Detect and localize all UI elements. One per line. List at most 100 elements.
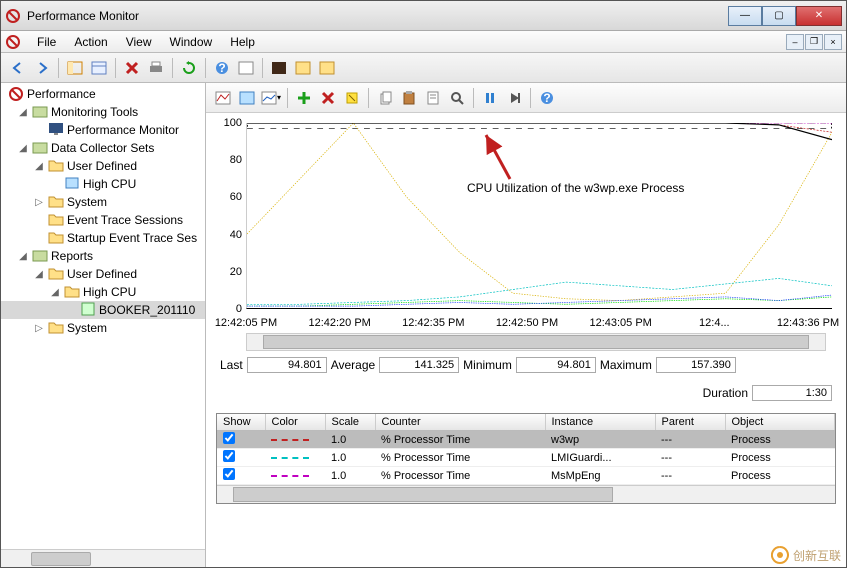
show-hide-tree-button[interactable] bbox=[64, 57, 86, 79]
tree-node-report-selected[interactable]: BOOKER_201110 bbox=[1, 301, 205, 319]
show-checkbox[interactable] bbox=[223, 450, 235, 462]
tree-node-dcs[interactable]: ◢Data Collector Sets bbox=[1, 139, 205, 157]
menu-window[interactable]: Window bbox=[162, 33, 221, 51]
tool-icon-3[interactable] bbox=[292, 57, 314, 79]
mdi-minimize[interactable]: – bbox=[786, 34, 804, 50]
color-swatch bbox=[271, 457, 309, 459]
chart-scrollbar[interactable] bbox=[246, 333, 826, 351]
tree-node-monitoring[interactable]: ◢Monitoring Tools bbox=[1, 103, 205, 121]
col-scale[interactable]: Scale bbox=[325, 414, 375, 431]
min-label: Minimum bbox=[463, 358, 512, 372]
tool-icon-4[interactable] bbox=[316, 57, 338, 79]
tree-label: Performance Monitor bbox=[67, 123, 179, 137]
app-icon bbox=[5, 8, 21, 24]
tree-label: Reports bbox=[51, 249, 93, 263]
y-tick: 100 bbox=[212, 117, 242, 129]
close-button[interactable]: ✕ bbox=[796, 6, 842, 26]
tree-node-highcpu2[interactable]: ◢High CPU bbox=[1, 283, 205, 301]
col-parent[interactable]: Parent bbox=[655, 414, 725, 431]
cell-parent: --- bbox=[655, 467, 725, 485]
x-tick: 12:42:05 PM bbox=[215, 317, 277, 329]
tree-node-userdef1[interactable]: ◢User Defined bbox=[1, 157, 205, 175]
minimize-button[interactable]: — bbox=[728, 6, 762, 26]
view-report-button[interactable]: ▾ bbox=[260, 87, 282, 109]
avg-value: 141.325 bbox=[379, 357, 459, 373]
tree-node-highcpu1[interactable]: High CPU bbox=[1, 175, 205, 193]
watermark-text: 创新互联 bbox=[793, 547, 841, 564]
maximize-button[interactable]: ▢ bbox=[762, 6, 796, 26]
cell-counter: % Processor Time bbox=[375, 431, 545, 449]
menu-file[interactable]: File bbox=[29, 33, 64, 51]
view-graph-button[interactable] bbox=[212, 87, 234, 109]
mdi-restore[interactable]: ❐ bbox=[805, 34, 823, 50]
table-row[interactable]: 1.0 % Processor Time MsMpEng --- Process bbox=[217, 467, 835, 485]
tool-icon-2[interactable] bbox=[268, 57, 290, 79]
print-button[interactable] bbox=[145, 57, 167, 79]
tree-label: Event Trace Sessions bbox=[67, 213, 183, 227]
mdi-close[interactable]: × bbox=[824, 34, 842, 50]
freeze-button[interactable] bbox=[479, 87, 501, 109]
menu-help[interactable]: Help bbox=[222, 33, 263, 51]
folder-icon bbox=[48, 212, 64, 228]
col-color[interactable]: Color bbox=[265, 414, 325, 431]
table-row[interactable]: 1.0 % Processor Time w3wp --- Process bbox=[217, 431, 835, 449]
paste-button[interactable] bbox=[398, 87, 420, 109]
forward-button[interactable] bbox=[31, 57, 53, 79]
folder-icon bbox=[32, 104, 48, 120]
show-checkbox[interactable] bbox=[223, 468, 235, 480]
tree-node-ets[interactable]: Event Trace Sessions bbox=[1, 211, 205, 229]
color-swatch bbox=[271, 439, 309, 441]
chart-toolbar: ▾ ? bbox=[206, 83, 846, 113]
counters-scrollbar[interactable] bbox=[217, 485, 835, 503]
stats-row: Last 94.801 Average 141.325 Minimum 94.8… bbox=[206, 351, 846, 379]
tree-node-userdef2[interactable]: ◢User Defined bbox=[1, 265, 205, 283]
zoom-button[interactable] bbox=[446, 87, 468, 109]
x-tick: 12:42:20 PM bbox=[308, 317, 370, 329]
properties-button[interactable] bbox=[88, 57, 110, 79]
body: Performance ◢Monitoring Tools Performanc… bbox=[1, 83, 846, 567]
menu-view[interactable]: View bbox=[118, 33, 160, 51]
refresh-button[interactable] bbox=[178, 57, 200, 79]
cell-counter: % Processor Time bbox=[375, 449, 545, 467]
tree-node-reports[interactable]: ◢Reports bbox=[1, 247, 205, 265]
watermark: 创新互联 bbox=[771, 546, 841, 564]
chart[interactable]: CPU Utilization of the w3wp.exe Process … bbox=[212, 119, 836, 329]
tree-root[interactable]: Performance bbox=[1, 85, 205, 103]
chart-plot bbox=[246, 123, 832, 309]
col-counter[interactable]: Counter bbox=[375, 414, 545, 431]
table-row[interactable]: 1.0 % Processor Time LMIGuardi... --- Pr… bbox=[217, 449, 835, 467]
add-counter-button[interactable] bbox=[293, 87, 315, 109]
chart-area: CPU Utilization of the w3wp.exe Process … bbox=[206, 113, 846, 351]
folder-icon bbox=[64, 284, 80, 300]
cell-object: Process bbox=[725, 449, 835, 467]
tool-icon-1[interactable] bbox=[235, 57, 257, 79]
properties-chart-button[interactable] bbox=[422, 87, 444, 109]
highlight-button[interactable] bbox=[341, 87, 363, 109]
tree-node-system2[interactable]: ▷System bbox=[1, 319, 205, 337]
tree-node-system1[interactable]: ▷System bbox=[1, 193, 205, 211]
remove-counter-button[interactable] bbox=[317, 87, 339, 109]
cell-instance: LMIGuardi... bbox=[545, 449, 655, 467]
window-title: Performance Monitor bbox=[27, 9, 728, 23]
min-value: 94.801 bbox=[516, 357, 596, 373]
report-icon bbox=[80, 302, 96, 318]
help-button[interactable]: ? bbox=[211, 57, 233, 79]
view-histogram-button[interactable] bbox=[236, 87, 258, 109]
tree-node-sets[interactable]: Startup Event Trace Ses bbox=[1, 229, 205, 247]
tree-scrollbar[interactable] bbox=[1, 549, 205, 567]
tree-node-perfmon[interactable]: Performance Monitor bbox=[1, 121, 205, 139]
tree-label: System bbox=[67, 321, 107, 335]
col-instance[interactable]: Instance bbox=[545, 414, 655, 431]
menu-action[interactable]: Action bbox=[66, 33, 115, 51]
update-button[interactable] bbox=[503, 87, 525, 109]
chart-help-button[interactable]: ? bbox=[536, 87, 558, 109]
show-checkbox[interactable] bbox=[223, 432, 235, 444]
color-swatch bbox=[271, 475, 309, 477]
col-object[interactable]: Object bbox=[725, 414, 835, 431]
col-show[interactable]: Show bbox=[217, 414, 265, 431]
dur-label: Duration bbox=[703, 386, 748, 400]
back-button[interactable] bbox=[7, 57, 29, 79]
table-header-row[interactable]: Show Color Scale Counter Instance Parent… bbox=[217, 414, 835, 431]
delete-button[interactable] bbox=[121, 57, 143, 79]
copy-button[interactable] bbox=[374, 87, 396, 109]
